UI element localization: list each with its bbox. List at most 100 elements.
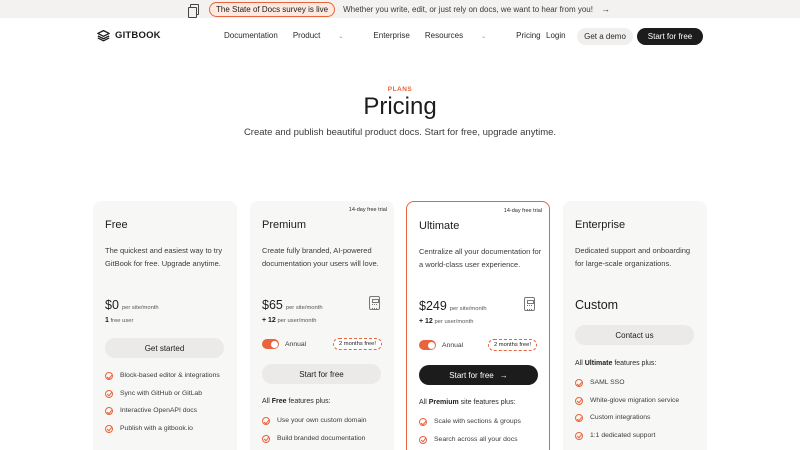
plan-name: Premium <box>262 219 307 231</box>
toggle-label: Annual <box>285 340 307 348</box>
start-free-button[interactable]: Start for free → <box>419 365 538 385</box>
gitbook-logo-icon <box>97 29 110 42</box>
feature-text: Custom integrations <box>590 414 651 421</box>
plan-card-free: Free The quickest and easiest way to try… <box>93 201 237 450</box>
features-heading: All Free features plus: <box>262 398 331 405</box>
trial-badge: 14-day free trial <box>348 207 387 213</box>
list-item: Publish with a gitbook.io <box>105 424 229 434</box>
user-amount: 1 <box>105 317 109 324</box>
plan-name: Enterprise <box>575 219 626 231</box>
plan-price: Custom <box>575 298 618 312</box>
list-item: Interactive OpenAPI docs <box>105 406 229 416</box>
user-unit: free user <box>110 318 134 324</box>
feature-list: Block-based editor & integrations Sync w… <box>105 371 229 441</box>
contact-us-button[interactable]: Contact us <box>575 325 694 345</box>
user-amount: + 12 <box>419 318 433 325</box>
feature-text: Publish with a gitbook.io <box>120 424 193 432</box>
list-item: SAML SSO <box>575 378 699 388</box>
list-item: Search across all your docs <box>419 435 543 445</box>
heading-prefix: All <box>575 360 583 367</box>
check-icon <box>419 435 427 444</box>
nav-pricing[interactable]: Pricing <box>516 31 540 40</box>
price-amount: Custom <box>575 298 619 312</box>
feature-text: Block-based editor & integrations <box>120 372 220 379</box>
user-price: + 12 per user/month <box>262 317 316 324</box>
price-unit: per site/month <box>285 305 323 311</box>
nav-links: Documentation Product ⌄ Enterprise Resour… <box>224 31 556 40</box>
page-title: Pricing <box>363 93 437 120</box>
feature-text: SAML SSO <box>590 379 625 386</box>
check-icon <box>262 434 270 443</box>
discount-badge: 2 months free! <box>332 338 382 350</box>
check-icon <box>575 396 583 405</box>
nav-resources[interactable]: Resources ⌄ <box>425 31 501 40</box>
annual-switch[interactable] <box>419 340 436 350</box>
billing-toggle[interactable]: Annual <box>419 340 463 350</box>
get-demo-button[interactable]: Get a demo <box>577 28 633 45</box>
plan-description: Dedicated support and onboarding for lar… <box>575 246 691 268</box>
features-heading: All Ultimate features plus: <box>575 360 656 367</box>
nav-documentation[interactable]: Documentation <box>224 31 278 40</box>
plan-card-ultimate: 14-day free trial Ultimate Centralize al… <box>406 201 550 450</box>
check-icon <box>105 424 113 433</box>
features-heading: All Premium site features plus: <box>419 399 516 406</box>
user-unit: per user/month <box>277 318 317 324</box>
announcement-text[interactable]: Whether you write, edit, or just rely on… <box>343 5 593 14</box>
list-item: Sync with GitHub or GitLab <box>105 389 229 399</box>
list-item: Block-based editor & integrations <box>105 371 229 381</box>
billing-toggle[interactable]: Annual <box>262 339 306 349</box>
list-item: Scale with sections & groups <box>419 417 543 427</box>
chevron-down-icon: ⌄ <box>481 34 487 40</box>
feature-text: 1:1 dedicated support <box>590 431 656 439</box>
nav-enterprise[interactable]: Enterprise <box>373 31 409 40</box>
feature-text: Scale with sections & groups <box>434 418 521 425</box>
nav-resources-label: Resources <box>424 31 464 40</box>
price-amount: $0 <box>105 298 119 312</box>
arrow-right-icon[interactable]: → <box>601 4 610 14</box>
plan-name: Ultimate <box>419 220 460 232</box>
start-free-button[interactable]: Start for free <box>262 364 381 384</box>
gitbook-logo[interactable]: GITBOOK <box>97 29 161 42</box>
plan-price: $249 per site/month <box>419 299 487 313</box>
feature-list: Scale with sections & groups Search acro… <box>419 417 543 450</box>
nav-product[interactable]: Product ⌄ <box>293 31 359 40</box>
user-unit: per user/month <box>434 319 474 325</box>
heading-prefix: All <box>262 398 270 405</box>
user-price: 1 free user <box>105 317 133 324</box>
start-free-button[interactable]: Start for free <box>637 28 703 45</box>
list-item: White-glove migration service <box>575 396 699 406</box>
price-amount: $65 <box>262 298 283 312</box>
announcement-badge[interactable]: The State of Docs survey is live <box>209 1 336 17</box>
check-icon <box>262 417 270 425</box>
check-icon <box>575 379 583 387</box>
calculator-icon[interactable] <box>524 297 535 311</box>
price-unit: per site/month <box>449 306 487 312</box>
discount-badge: 2 months free! <box>487 339 537 351</box>
heading-prefix: All <box>419 399 427 406</box>
heading-suffix: site features plus: <box>460 399 516 406</box>
check-icon <box>575 414 583 422</box>
plan-card-premium: 14-day free trial Premium Create fully b… <box>250 201 394 450</box>
page-subtitle: Create and publish beautiful product doc… <box>243 127 557 138</box>
check-icon <box>105 372 113 380</box>
calculator-icon[interactable] <box>369 296 380 310</box>
plan-price: $65 per site/month <box>262 298 323 312</box>
annual-switch[interactable] <box>262 339 279 349</box>
feature-text: Use your own custom domain <box>277 417 367 424</box>
arrow-right-icon: → <box>499 370 508 380</box>
announcement-bar[interactable]: The State of Docs survey is live Whether… <box>0 0 800 18</box>
chevron-down-icon: ⌄ <box>338 34 344 40</box>
plan-description: Create fully branded, AI-powered documen… <box>262 246 379 268</box>
feature-text: Sync with GitHub or GitLab <box>120 389 202 397</box>
feature-text: Build branded documentation <box>277 434 366 442</box>
check-icon <box>105 389 113 398</box>
feature-list: SAML SSO White-glove migration service C… <box>575 378 699 448</box>
list-item: Custom integrations <box>575 413 699 423</box>
list-item: Use your own custom domain <box>262 416 386 426</box>
plan-description: The quickest and easiest way to try GitB… <box>105 246 223 268</box>
get-started-button[interactable]: Get started <box>105 338 224 358</box>
heading-suffix: features plus: <box>288 398 331 405</box>
login-link[interactable]: Login <box>546 31 566 40</box>
user-amount: + 12 <box>262 317 276 324</box>
price-amount: $249 <box>419 299 447 313</box>
